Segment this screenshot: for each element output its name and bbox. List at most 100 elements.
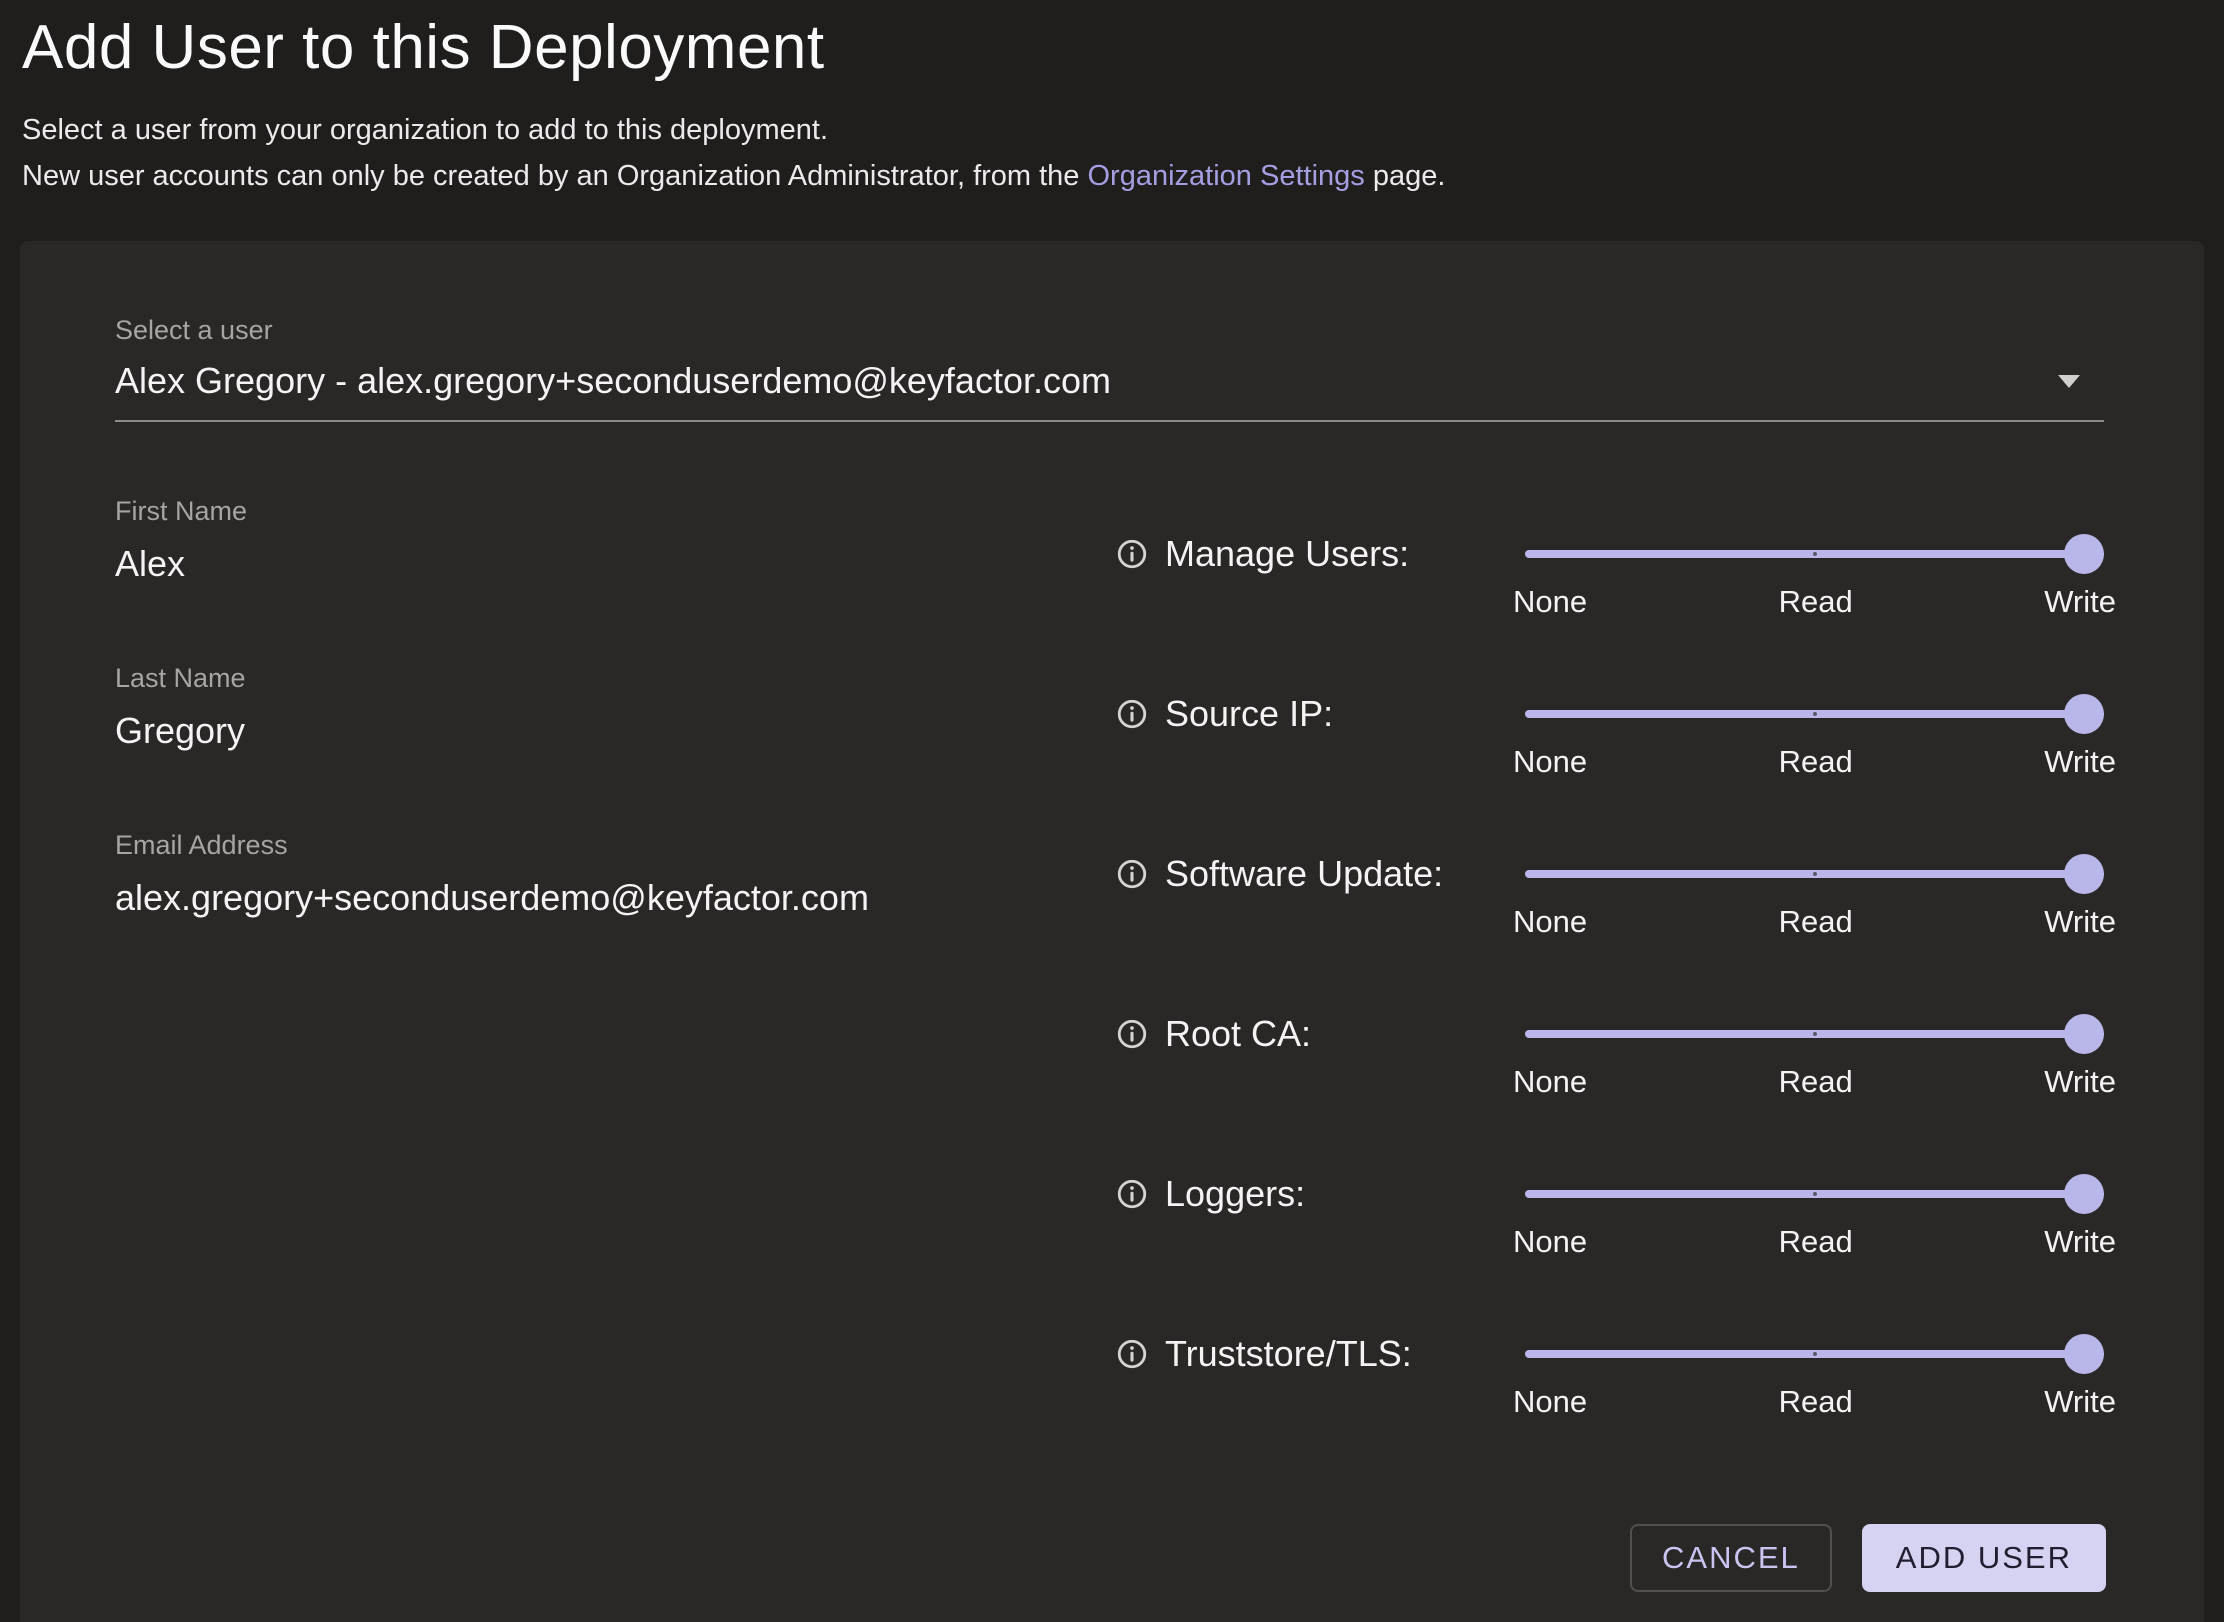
slider-tick-read: [1813, 1352, 1817, 1356]
slider-labels: None Read Write: [1513, 1064, 2116, 1100]
dialog-actions: CANCEL ADD USER: [1630, 1524, 2106, 1592]
slider-option-none: None: [1513, 1064, 1587, 1100]
permission-slider-block: None Read Write: [1525, 1174, 2104, 1260]
add-user-button[interactable]: ADD USER: [1862, 1524, 2106, 1592]
slider-option-none: None: [1513, 584, 1587, 620]
slider-option-write: Write: [2044, 904, 2116, 940]
permission-slider[interactable]: [1525, 694, 2104, 734]
permission-label-group: Source IP:: [1115, 694, 1525, 734]
slider-thumb[interactable]: [2064, 1014, 2104, 1054]
slider-option-write: Write: [2044, 584, 2116, 620]
info-icon[interactable]: [1115, 857, 1149, 891]
organization-settings-link[interactable]: Organization Settings: [1088, 160, 1365, 192]
slider-option-write: Write: [2044, 744, 2116, 780]
permission-label: Truststore/TLS:: [1165, 1333, 1412, 1375]
permission-slider-block: None Read Write: [1525, 1334, 2104, 1420]
subtitle-line1: Select a user from your organization to …: [22, 114, 828, 146]
chevron-down-icon: [2058, 375, 2080, 388]
slider-option-write: Write: [2044, 1384, 2116, 1420]
permission-label: Source IP:: [1165, 693, 1333, 735]
info-icon[interactable]: [1115, 697, 1149, 731]
info-icon[interactable]: [1115, 537, 1149, 571]
last-name-value: Gregory: [115, 710, 1115, 752]
first-name-value: Alex: [115, 543, 1115, 585]
permission-label-group: Loggers:: [1115, 1174, 1525, 1214]
permission-label: Loggers:: [1165, 1173, 1305, 1215]
slider-tick-read: [1813, 872, 1817, 876]
slider-option-read: Read: [1779, 744, 1853, 780]
permission-slider[interactable]: [1525, 1174, 2104, 1214]
first-name-label: First Name: [115, 496, 1115, 527]
slider-labels: None Read Write: [1513, 1224, 2116, 1260]
page-title: Add User to this Deployment: [22, 12, 2200, 83]
permission-slider[interactable]: [1525, 854, 2104, 894]
slider-labels: None Read Write: [1513, 744, 2116, 780]
slider-thumb[interactable]: [2064, 694, 2104, 734]
info-icon[interactable]: [1115, 1017, 1149, 1051]
permission-label: Manage Users:: [1165, 533, 1409, 575]
slider-option-none: None: [1513, 904, 1587, 940]
slider-tick-read: [1813, 712, 1817, 716]
slider-option-none: None: [1513, 1224, 1587, 1260]
permission-slider[interactable]: [1525, 1014, 2104, 1054]
slider-thumb[interactable]: [2064, 1334, 2104, 1374]
info-icon[interactable]: [1115, 1177, 1149, 1211]
add-user-dialog: Add User to this Deployment Select a use…: [0, 0, 2224, 1622]
slider-option-read: Read: [1779, 1064, 1853, 1100]
permission-label-group: Software Update:: [1115, 854, 1525, 894]
subtitle-line2-suffix: page.: [1365, 160, 1446, 192]
email-label: Email Address: [115, 830, 1115, 861]
permission-label-group: Root CA:: [1115, 1014, 1525, 1054]
last-name-label: Last Name: [115, 663, 1115, 694]
permission-slider-block: None Read Write: [1525, 694, 2104, 780]
slider-labels: None Read Write: [1513, 904, 2116, 940]
slider-option-none: None: [1513, 744, 1587, 780]
slider-tick-read: [1813, 1192, 1817, 1196]
slider-option-read: Read: [1779, 1384, 1853, 1420]
slider-option-read: Read: [1779, 584, 1853, 620]
permission-label-group: Truststore/TLS:: [1115, 1334, 1525, 1374]
permission-row-source-ip: Source IP: None Read Write: [1115, 694, 2104, 780]
permission-row-manage-users: Manage Users: None Read Write: [1115, 534, 2104, 620]
permission-slider[interactable]: [1525, 1334, 2104, 1374]
subtitle-line2-prefix: New user accounts can only be created by…: [22, 160, 1088, 192]
slider-option-read: Read: [1779, 1224, 1853, 1260]
user-details: First Name Alex Last Name Gregory Email …: [115, 496, 1115, 1494]
permission-label-group: Manage Users:: [1115, 534, 1525, 574]
permissions-panel: Manage Users: None Read Write: [1115, 496, 2104, 1494]
slider-thumb[interactable]: [2064, 854, 2104, 894]
user-select-label: Select a user: [115, 315, 2104, 346]
slider-tick-read: [1813, 552, 1817, 556]
slider-option-none: None: [1513, 1384, 1587, 1420]
permission-slider-block: None Read Write: [1525, 534, 2104, 620]
cancel-button[interactable]: CANCEL: [1630, 1524, 1832, 1592]
email-field: Email Address alex.gregory+seconduserdem…: [115, 830, 1115, 919]
info-icon[interactable]: [1115, 1337, 1149, 1371]
last-name-field: Last Name Gregory: [115, 663, 1115, 752]
permission-slider[interactable]: [1525, 534, 2104, 574]
user-select-value: Alex Gregory - alex.gregory+seconduserde…: [115, 360, 1111, 402]
permission-slider-block: None Read Write: [1525, 854, 2104, 940]
card-columns: First Name Alex Last Name Gregory Email …: [115, 496, 2104, 1494]
slider-option-read: Read: [1779, 904, 1853, 940]
permission-row-software-update: Software Update: None Read Write: [1115, 854, 2104, 940]
slider-option-write: Write: [2044, 1064, 2116, 1100]
slider-labels: None Read Write: [1513, 584, 2116, 620]
permission-slider-block: None Read Write: [1525, 1014, 2104, 1100]
permission-label: Root CA:: [1165, 1013, 1311, 1055]
permission-row-root-ca: Root CA: None Read Write: [1115, 1014, 2104, 1100]
user-select-group: Select a user Alex Gregory - alex.gregor…: [115, 315, 2104, 422]
slider-labels: None Read Write: [1513, 1384, 2116, 1420]
user-select[interactable]: Alex Gregory - alex.gregory+seconduserde…: [115, 346, 2104, 422]
slider-thumb[interactable]: [2064, 534, 2104, 574]
slider-tick-read: [1813, 1032, 1817, 1036]
first-name-field: First Name Alex: [115, 496, 1115, 585]
page-header: Add User to this Deployment Select a use…: [0, 0, 2224, 199]
permission-row-truststore-tls: Truststore/TLS: None Read Write: [1115, 1334, 2104, 1420]
add-user-card: Select a user Alex Gregory - alex.gregor…: [20, 241, 2204, 1622]
slider-option-write: Write: [2044, 1224, 2116, 1260]
slider-thumb[interactable]: [2064, 1174, 2104, 1214]
permission-row-loggers: Loggers: None Read Write: [1115, 1174, 2104, 1260]
permission-label: Software Update:: [1165, 853, 1443, 895]
page-subtitle: Select a user from your organization to …: [22, 107, 2200, 199]
